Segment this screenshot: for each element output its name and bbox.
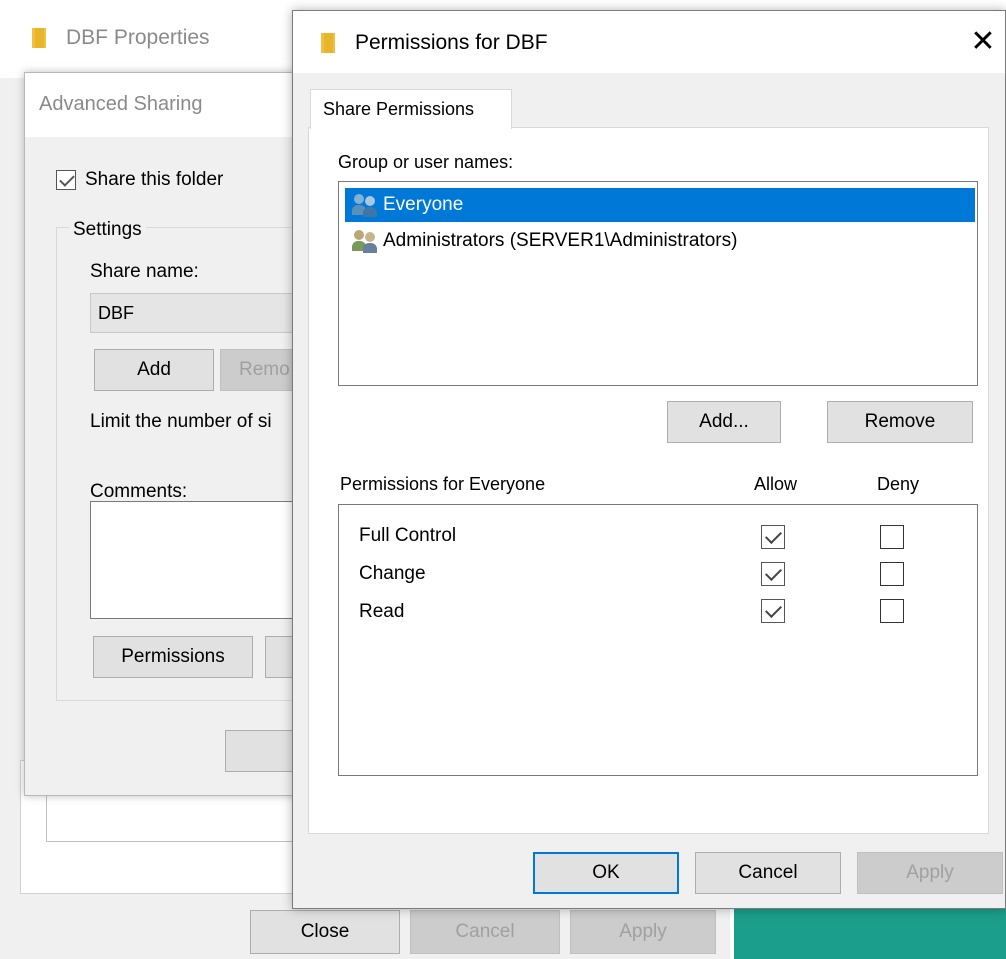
properties-title: DBF Properties xyxy=(66,26,210,49)
users-group-icon xyxy=(349,193,381,217)
remove-user-button[interactable]: Remove xyxy=(827,401,973,443)
permissions-button[interactable]: Permissions xyxy=(93,636,253,678)
permissions-for-label: Permissions for Everyone xyxy=(340,474,546,494)
read-deny-checkbox[interactable] xyxy=(880,599,904,623)
tab-share-permissions[interactable]: Share Permissions xyxy=(310,89,512,129)
add-user-button[interactable]: Add... xyxy=(667,401,781,443)
users-group-icon xyxy=(349,229,381,253)
folder-icon xyxy=(321,33,335,53)
full-control-deny-checkbox[interactable] xyxy=(880,525,904,549)
permission-label: Change xyxy=(359,563,426,584)
desktop-background xyxy=(734,909,1006,959)
permissions-window: Permissions for DBF ✕ Share Permissions … xyxy=(292,10,1006,909)
permission-label: Read xyxy=(359,601,405,622)
users-list[interactable]: Everyone Administrators (SERVER1\Adminis… xyxy=(338,181,978,386)
change-deny-checkbox[interactable] xyxy=(880,562,904,586)
user-row-everyone[interactable]: Everyone xyxy=(345,188,975,222)
full-control-allow-checkbox[interactable] xyxy=(761,525,785,549)
close-icon[interactable]: ✕ xyxy=(963,25,1003,61)
permissions-titlebar: Permissions for DBF ✕ xyxy=(293,11,1005,73)
user-row-administrators[interactable]: Administrators (SERVER1\Administrators) xyxy=(345,224,975,258)
apply-button: Apply xyxy=(857,852,1003,894)
deny-column-header: Deny xyxy=(877,474,920,494)
limit-users-label: Limit the number of si xyxy=(90,411,272,432)
advanced-sharing-title: Advanced Sharing xyxy=(39,93,203,115)
share-name-label: Share name: xyxy=(90,261,199,282)
comments-label: Comments: xyxy=(90,481,188,502)
folder-icon xyxy=(32,28,46,48)
share-folder-checkbox[interactable] xyxy=(56,170,76,190)
cancel-button[interactable]: Cancel xyxy=(695,852,841,894)
change-allow-checkbox[interactable] xyxy=(761,562,785,586)
settings-label: Settings xyxy=(69,219,146,241)
user-name: Administrators (SERVER1\Administrators) xyxy=(383,230,738,251)
properties-cancel-button: Cancel xyxy=(410,910,560,954)
allow-column-header: Allow xyxy=(754,474,798,494)
properties-apply-button: Apply xyxy=(570,910,716,954)
group-users-label: Group or user names: xyxy=(338,152,514,172)
ok-button[interactable]: OK xyxy=(533,852,679,894)
permissions-title: Permissions for DBF xyxy=(355,31,548,54)
properties-close-button[interactable]: Close xyxy=(250,910,400,954)
permissions-list: Full Control Change Read xyxy=(338,504,978,776)
add-share-button[interactable]: Add xyxy=(94,349,214,391)
user-name: Everyone xyxy=(383,194,464,215)
read-allow-checkbox[interactable] xyxy=(761,599,785,623)
permission-label: Full Control xyxy=(359,525,457,546)
share-folder-label: Share this folder xyxy=(85,169,224,190)
